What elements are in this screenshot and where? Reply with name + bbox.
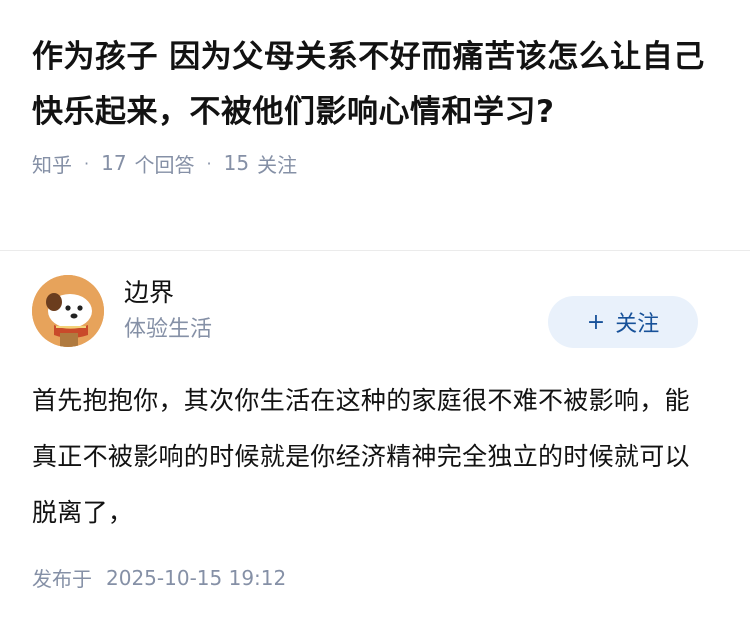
meta-separator: · bbox=[206, 153, 212, 173]
plus-icon: + bbox=[586, 309, 606, 335]
follow-count: 15 bbox=[223, 151, 250, 175]
publish-label: 发布于 bbox=[32, 567, 92, 591]
answer-count: 17 bbox=[101, 151, 127, 175]
follow-author-button[interactable]: + 关注 bbox=[548, 296, 698, 348]
question-title[interactable]: 作为孩子 因为父母关系不好而痛苦该怎么让自己快乐起来，不被他们影响心情和学习? bbox=[32, 30, 718, 140]
dog-cartoon-avatar-icon bbox=[32, 275, 104, 347]
answer-card: 边界 体验生活 + 关注 首先抱抱你，其次你生活在这种的家庭很不难不被影响，能真… bbox=[0, 251, 750, 592]
author-info: 边界 体验生活 bbox=[124, 275, 212, 347]
source-label[interactable]: 知乎 bbox=[32, 149, 72, 178]
question-header: 作为孩子 因为父母关系不好而痛苦该怎么让自己快乐起来，不被他们影响心情和学习? … bbox=[0, 0, 750, 221]
follow-button-label: 关注 bbox=[615, 312, 660, 337]
author-name[interactable]: 边界 bbox=[124, 275, 212, 311]
answer-count-label[interactable]: 个回答 bbox=[135, 149, 195, 178]
author-bio: 体验生活 bbox=[124, 317, 213, 342]
publish-info: 发布于 2025-10-15 19:12 bbox=[32, 563, 718, 592]
follow-count-label[interactable]: 关注 bbox=[257, 149, 297, 178]
meta-separator: · bbox=[84, 153, 90, 173]
publish-time: 2025-10-15 19:12 bbox=[106, 565, 287, 590]
question-meta: 知乎 · 17 个回答 · 15 关注 bbox=[32, 148, 718, 178]
answer-content[interactable]: 首先抱抱你，其次你生活在这种的家庭很不难不被影响，能真正不被影响的时候就是你经济… bbox=[32, 373, 718, 541]
avatar[interactable] bbox=[32, 275, 104, 347]
